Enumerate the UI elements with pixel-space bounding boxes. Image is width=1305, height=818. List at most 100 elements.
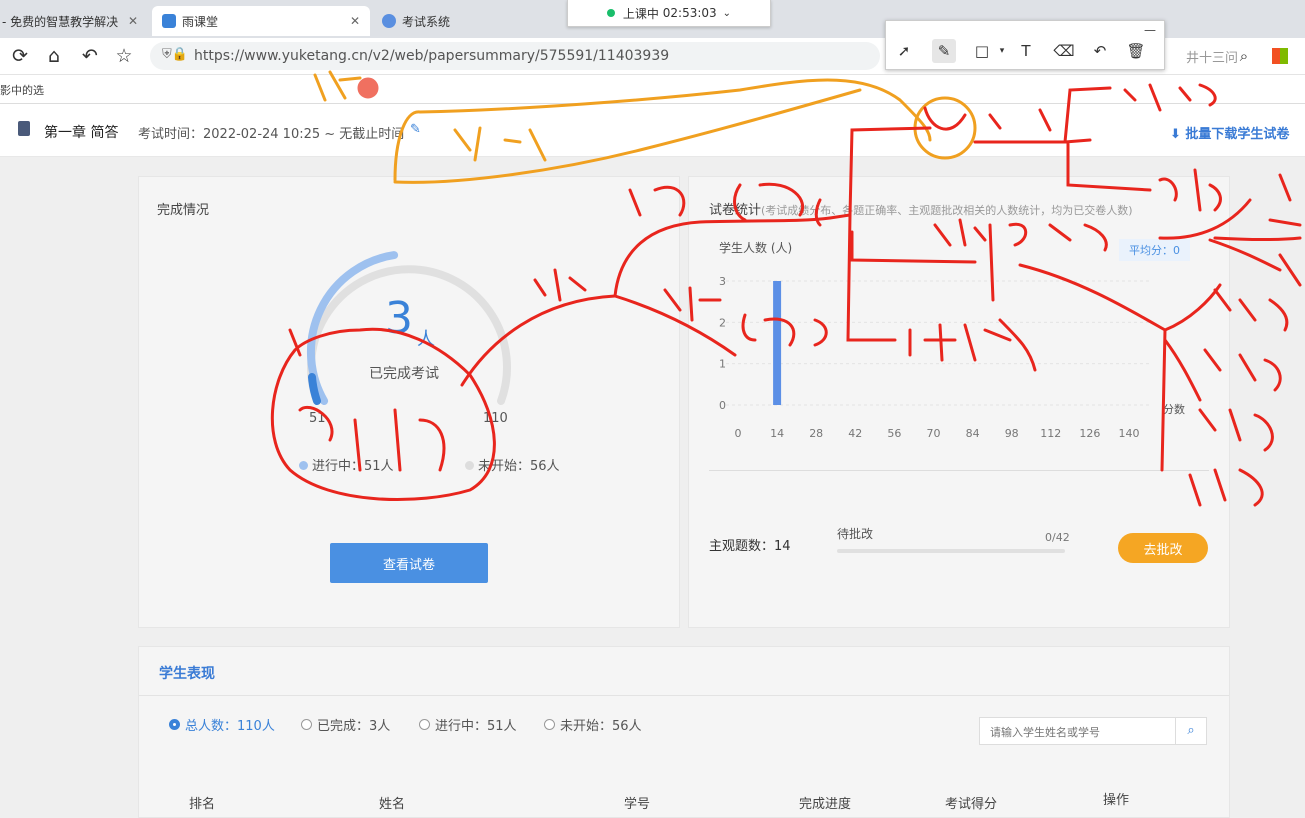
pointer-icon[interactable]: ➚ <box>892 39 916 63</box>
legend-not-started-label: 未开始：56人 <box>478 459 560 474</box>
x-tick-label: 42 <box>848 427 862 440</box>
search-icon[interactable]: ⌕ <box>1232 44 1256 68</box>
column-score: 考试得分 <box>945 797 998 812</box>
live-dot-icon <box>606 9 615 17</box>
edit-icon[interactable]: ✎ <box>410 122 421 137</box>
pending-progress-bar <box>837 549 1065 553</box>
filter-total[interactable]: 总人数： 110人 <box>169 715 275 734</box>
completed-count: 3 <box>385 293 413 344</box>
eraser-icon[interactable]: ⌫ <box>1052 39 1076 63</box>
x-tick-label: 56 <box>887 427 901 440</box>
stats-card: 试卷统计(考试成绩分布、各题正确率、主观题批改相关的人数统计，均为已交卷人数) … <box>688 176 1230 628</box>
average-score: 平均分：0 <box>1119 239 1190 261</box>
windows-icon[interactable] <box>1272 48 1288 64</box>
stats-title-text: 试卷统计 <box>709 203 762 218</box>
legend-in-progress-label: 进行中：51人 <box>312 459 394 474</box>
legend-dot-icon <box>465 461 474 470</box>
yuketang-icon <box>162 14 176 28</box>
batch-download-label: 批量下载学生试卷 <box>1185 127 1290 142</box>
undo-icon[interactable]: ↶ <box>78 44 102 68</box>
stats-title: 试卷统计(考试成绩分布、各题正确率、主观题批改相关的人数统计，均为已交卷人数) <box>709 199 1133 218</box>
tab-label: 考试系统 <box>402 14 451 29</box>
x-tick-label: 98 <box>1005 427 1019 440</box>
y-tick-label: 0 <box>719 399 726 412</box>
trash-icon[interactable]: 🗑 <box>1124 39 1148 63</box>
exam-icon <box>382 14 396 28</box>
stats-subtitle: (考试成绩分布、各题正确率、主观题批改相关的人数统计，均为已交卷人数) <box>761 204 1133 217</box>
url-text: https://www.yuketang.cn/v2/web/papersumm… <box>194 48 670 64</box>
browser-tab-3[interactable]: 考试系统 <box>372 6 562 36</box>
live-time: 02:53:03 <box>662 6 717 20</box>
minimize-icon[interactable]: — <box>1144 23 1156 37</box>
column-actions: 操作 <box>1103 793 1130 808</box>
radio-icon <box>544 719 555 730</box>
tab-label: - 免费的智慧教学解决 <box>2 14 119 29</box>
grade-button[interactable]: 去批改 <box>1118 533 1208 563</box>
divider <box>709 470 1209 471</box>
pending-count: 0/42 <box>1045 531 1070 544</box>
column-name: 姓名 <box>379 797 406 812</box>
y-axis-label: 学生人数 (人) <box>719 241 793 255</box>
y-tick-label: 3 <box>719 275 726 288</box>
students-card: 学生表现 总人数： 110人 已完成：3人 进行中：51人 未开始：56人 ⌕ … <box>138 646 1230 818</box>
gauge-max-value: 110 <box>483 411 508 426</box>
column-id: 学号 <box>624 797 651 812</box>
page-header: 第一章 简答 考试时间：2022-02-24 10:25 ~ 无截止时间 ✎ ⬇… <box>0 104 1305 157</box>
batch-download-link[interactable]: ⬇ 批量下载学生试卷 <box>1170 123 1289 142</box>
x-tick-label: 14 <box>770 427 784 440</box>
bar[interactable] <box>773 281 782 405</box>
completion-card: 完成情况 3 人 已完成考试 51 110 进行中：51人 未开始：56人 查看… <box>138 176 680 628</box>
view-paper-button[interactable]: 查看试卷 <box>330 543 488 583</box>
x-axis-label: 分数 <box>1163 403 1185 416</box>
close-icon[interactable]: ✕ <box>128 14 138 28</box>
x-tick-label: 28 <box>809 427 823 440</box>
filter-label: 进行中：51人 <box>435 719 517 734</box>
reload-icon[interactable]: ⟳ <box>8 44 32 68</box>
filter-label: 已完成：3人 <box>317 719 391 734</box>
pending-label: 待批改 <box>837 527 874 541</box>
tab-label: 雨课堂 <box>182 14 219 29</box>
x-tick-label: 0 <box>735 427 742 440</box>
students-title: 学生表现 <box>159 666 215 682</box>
student-search: ⌕ <box>979 717 1207 746</box>
x-tick-label: 84 <box>966 427 980 440</box>
x-tick-label: 70 <box>927 427 941 440</box>
text-icon[interactable]: T <box>1014 39 1038 63</box>
subjective-count: 主观题数：14 <box>709 539 791 554</box>
bookmarks-bar: 影中的选 <box>0 75 1305 104</box>
x-tick-label: 112 <box>1040 427 1061 440</box>
shield-lock-icon: ⛨🔒 <box>162 47 188 62</box>
home-icon[interactable]: ⌂ <box>42 44 66 68</box>
pen-icon[interactable]: ✎ <box>932 39 956 63</box>
filter-label: 未开始：56人 <box>560 719 642 734</box>
filter-not-started[interactable]: 未开始：56人 <box>544 715 642 734</box>
legend-in-progress: 进行中：51人 <box>299 455 394 474</box>
radio-icon <box>169 719 180 730</box>
bookmark-item[interactable]: 影中的选 <box>0 82 44 98</box>
column-rank: 排名 <box>189 797 216 812</box>
filter-completed[interactable]: 已完成：3人 <box>301 715 390 734</box>
url-field[interactable]: ⛨🔒 https://www.yuketang.cn/v2/web/papers… <box>150 42 880 70</box>
undo-icon[interactable]: ↶ <box>1088 39 1112 63</box>
filter-in-progress[interactable]: 进行中：51人 <box>419 715 517 734</box>
browser-tab-1[interactable]: - 免费的智慧教学解决 ✕ <box>0 6 148 36</box>
score-distribution-chart: 0 1 2 3 0 14 28 42 56 70 84 98 112 126 140 分数 <box>719 275 1185 440</box>
radio-icon <box>419 719 430 730</box>
gauge-min-value: 51 <box>309 411 326 426</box>
browser-tab-2[interactable]: 雨课堂 ✕ <box>152 6 370 36</box>
filter-value: 110人 <box>237 719 275 734</box>
student-search-input[interactable] <box>980 718 1182 746</box>
annotation-toolbar: — ➚ ✎ □ ▾ T ⌫ ↶ 🗑 <box>885 20 1165 70</box>
right-text: 井十三问 <box>1186 51 1239 66</box>
y-tick-label: 1 <box>719 358 726 371</box>
chevron-down-icon[interactable]: ▾ <box>990 39 1014 63</box>
close-icon[interactable]: ✕ <box>350 14 360 28</box>
filter-label: 总人数： <box>185 719 238 734</box>
legend-not-started: 未开始：56人 <box>465 455 560 474</box>
completed-label: 已完成考试 <box>369 366 439 382</box>
live-timer[interactable]: 上课中 02:53:03 ⌄ <box>567 0 771 27</box>
search-icon[interactable]: ⌕ <box>1175 718 1206 744</box>
gauge-completed <box>308 373 321 405</box>
star-icon[interactable]: ☆ <box>112 44 136 68</box>
completion-title: 完成情况 <box>157 203 210 218</box>
